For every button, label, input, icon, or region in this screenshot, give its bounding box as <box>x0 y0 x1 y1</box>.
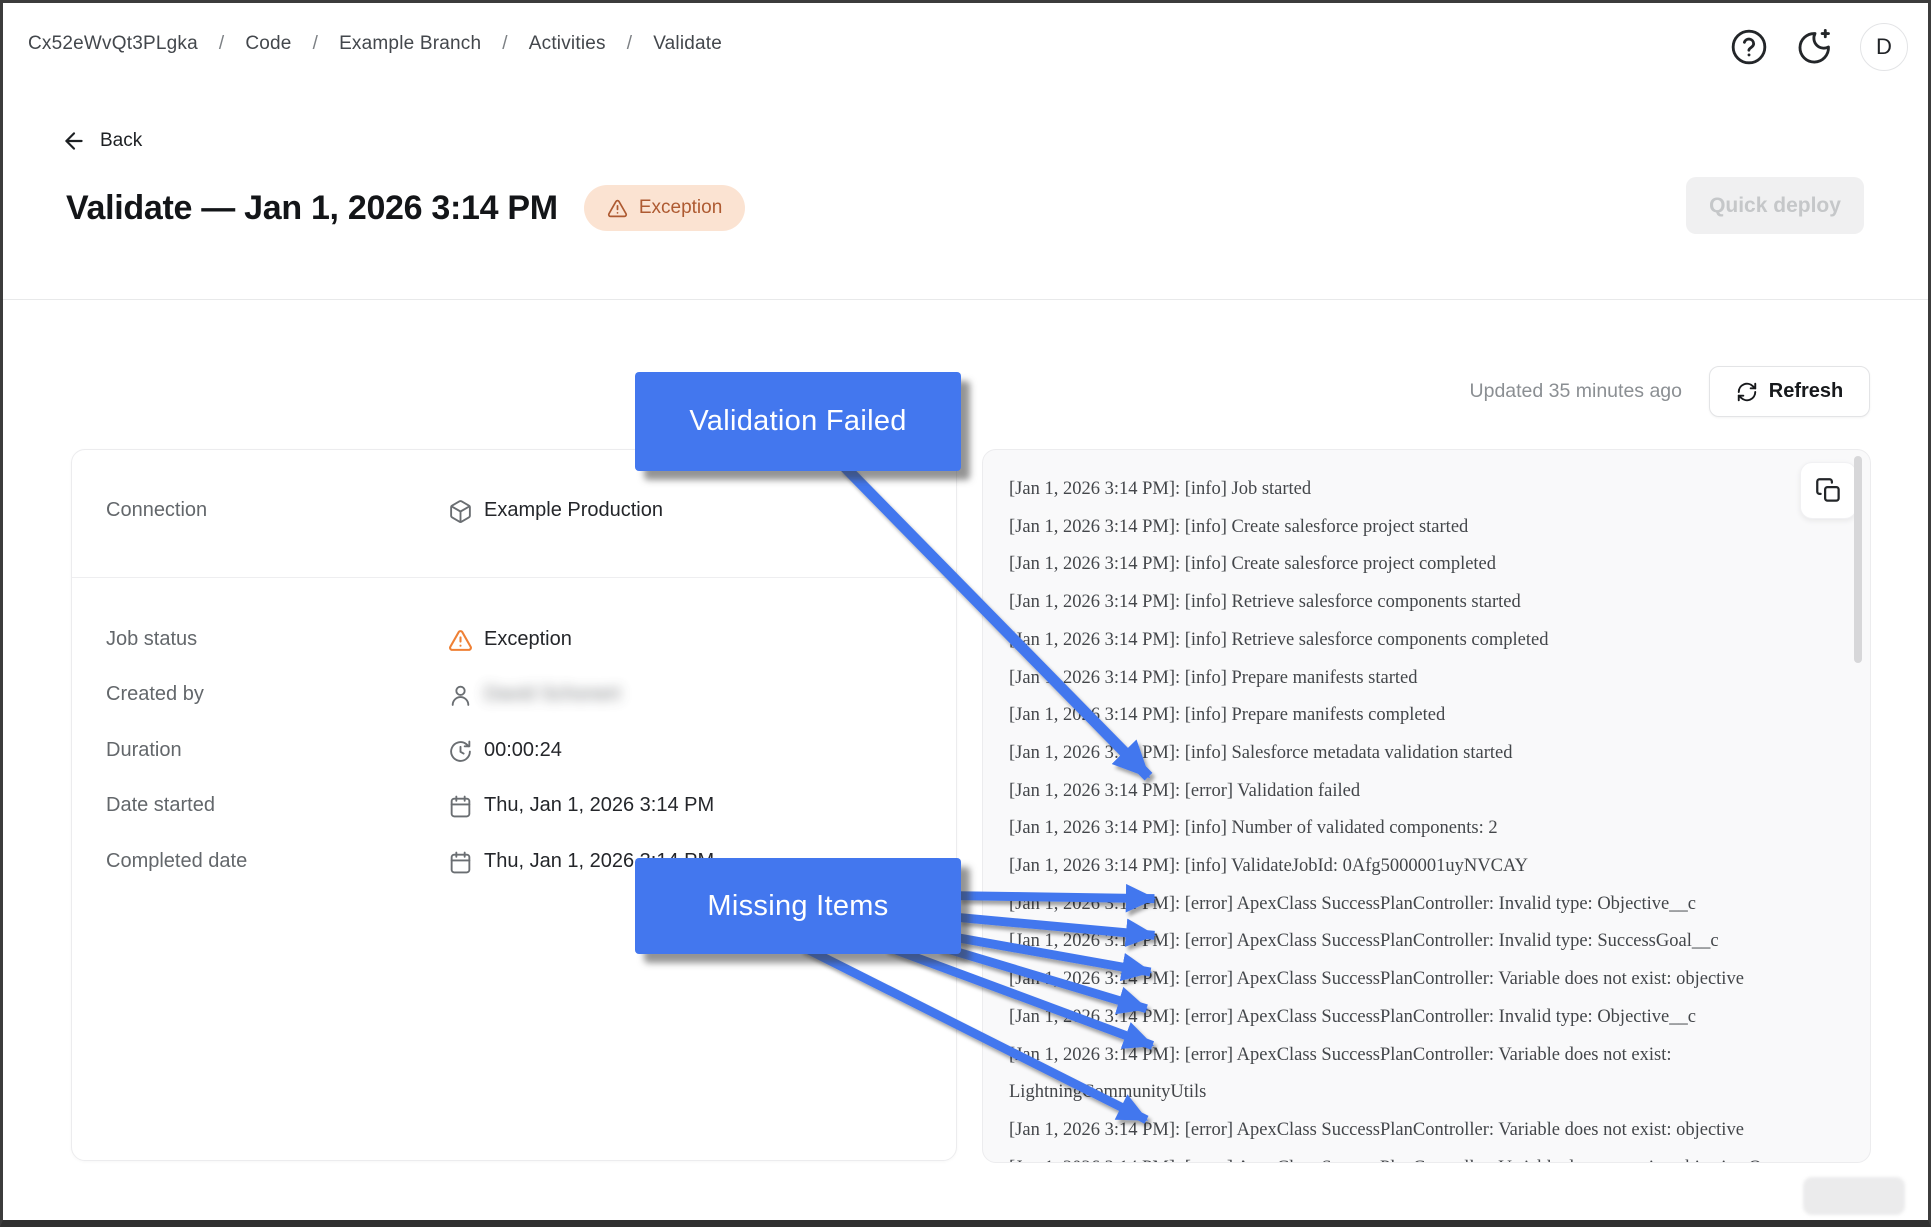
page-title: Validate — Jan 1, 2026 3:14 PM <box>66 189 558 228</box>
arrow-left-icon <box>61 128 87 154</box>
header-divider <box>3 299 1928 300</box>
title-row: Validate — Jan 1, 2026 3:14 PM Exception <box>66 185 745 231</box>
moon-plus-icon <box>1796 28 1834 66</box>
log-line: [Jan 1, 2026 3:14 PM]: [info] ValidateJo… <box>1009 848 1790 886</box>
log-line: [Jan 1, 2026 3:14 PM]: [info] Retrieve s… <box>1009 584 1790 622</box>
breadcrumb-separator: / <box>627 33 632 55</box>
job-status-value: Exception <box>484 628 572 651</box>
date-started-label: Date started <box>106 794 215 817</box>
log-line: [Jan 1, 2026 3:14 PM]: [info] Job starte… <box>1009 471 1790 509</box>
status-badge: Exception <box>584 185 745 231</box>
log-line: [Jan 1, 2026 3:14 PM]: [info] Create sal… <box>1009 546 1790 584</box>
breadcrumb-item-code[interactable]: Code <box>245 33 291 55</box>
chat-widget-blob <box>1803 1177 1905 1215</box>
timer-icon <box>448 739 473 764</box>
breadcrumb-separator: / <box>313 33 318 55</box>
breadcrumb-item-validate[interactable]: Validate <box>653 33 722 55</box>
breadcrumb-separator: / <box>219 33 224 55</box>
log-line: [Jan 1, 2026 3:14 PM]: [info] Salesforce… <box>1009 735 1790 773</box>
warning-triangle-icon <box>607 198 628 219</box>
help-circle-icon <box>1730 28 1768 66</box>
date-started-value: Thu, Jan 1, 2026 3:14 PM <box>484 794 714 817</box>
card-divider <box>72 577 956 578</box>
log-output: [Jan 1, 2026 3:14 PM]: [info] Job starte… <box>1009 471 1790 1163</box>
calendar-icon <box>448 850 473 875</box>
log-line: [Jan 1, 2026 3:14 PM]: [error] ApexClass… <box>1009 1037 1790 1112</box>
log-line: [Jan 1, 2026 3:14 PM]: [info] Retrieve s… <box>1009 622 1790 660</box>
job-status-row: Job status Exception <box>72 628 956 654</box>
log-line: [Jan 1, 2026 3:14 PM]: [info] Prepare ma… <box>1009 660 1790 698</box>
log-line: [Jan 1, 2026 3:14 PM]: [error] ApexClass… <box>1009 999 1790 1037</box>
warning-triangle-icon <box>448 628 473 653</box>
log-scrollbar-thumb[interactable] <box>1854 456 1862 663</box>
user-avatar[interactable]: D <box>1860 23 1908 71</box>
breadcrumb-item-branch[interactable]: Example Branch <box>339 33 481 55</box>
log-line: [Jan 1, 2026 3:14 PM]: [error] Validatio… <box>1009 773 1790 811</box>
dark-mode-toggle[interactable] <box>1794 26 1836 68</box>
job-status-label: Job status <box>106 628 197 651</box>
calendar-icon <box>448 794 473 819</box>
log-line: [Jan 1, 2026 3:14 PM]: [error] ApexClass… <box>1009 923 1790 961</box>
log-line: [Jan 1, 2026 3:14 PM]: [error] ApexClass… <box>1009 1150 1790 1163</box>
copy-icon <box>1815 477 1842 504</box>
date-started-row: Date started Thu, Jan 1, 2026 3:14 PM <box>72 794 956 820</box>
updated-timestamp: Updated 35 minutes ago <box>1470 380 1682 403</box>
refresh-icon <box>1736 381 1758 403</box>
package-icon <box>448 499 473 524</box>
log-line: [Jan 1, 2026 3:14 PM]: [info] Number of … <box>1009 810 1790 848</box>
connection-row: Connection Example Production <box>72 499 956 525</box>
job-log-panel: [Jan 1, 2026 3:14 PM]: [info] Job starte… <box>982 449 1871 1163</box>
log-line: [Jan 1, 2026 3:14 PM]: [error] ApexClass… <box>1009 886 1790 924</box>
created-by-row: Created by David Schonert <box>72 683 956 709</box>
duration-row: Duration 00:00:24 <box>72 739 956 765</box>
duration-value: 00:00:24 <box>484 739 562 762</box>
connection-value: Example Production <box>484 499 663 522</box>
breadcrumb-separator: / <box>502 33 507 55</box>
help-button[interactable] <box>1728 26 1770 68</box>
breadcrumb-item-repo[interactable]: Cx52eWvQt3PLgka <box>28 33 198 55</box>
duration-label: Duration <box>106 739 182 762</box>
log-line: [Jan 1, 2026 3:14 PM]: [info] Create sal… <box>1009 509 1790 547</box>
completed-date-label: Completed date <box>106 850 247 873</box>
quick-deploy-button[interactable]: Quick deploy <box>1686 177 1864 234</box>
breadcrumb-item-activities[interactable]: Activities <box>529 33 606 55</box>
user-icon <box>448 683 473 708</box>
breadcrumb: Cx52eWvQt3PLgka / Code / Example Branch … <box>28 33 722 55</box>
log-line: [Jan 1, 2026 3:14 PM]: [error] ApexClass… <box>1009 961 1790 999</box>
back-button[interactable]: Back <box>61 128 142 154</box>
connection-label: Connection <box>106 499 207 522</box>
topbar-actions: D <box>1728 23 1908 71</box>
completed-date-value: Thu, Jan 1, 2026 3:14 PM <box>484 850 714 873</box>
log-line: [Jan 1, 2026 3:14 PM]: [info] Prepare ma… <box>1009 697 1790 735</box>
log-line: [Jan 1, 2026 3:14 PM]: [error] ApexClass… <box>1009 1112 1790 1150</box>
job-details-card: Connection Example Production Job status… <box>71 449 957 1161</box>
completed-date-row: Completed date Thu, Jan 1, 2026 3:14 PM <box>72 850 956 876</box>
created-by-value: David Schonert <box>484 683 621 706</box>
back-label: Back <box>100 130 142 152</box>
refresh-label: Refresh <box>1769 380 1843 403</box>
created-by-label: Created by <box>106 683 204 706</box>
copy-log-button[interactable] <box>1800 462 1857 519</box>
avatar-initial: D <box>1876 34 1892 60</box>
refresh-button[interactable]: Refresh <box>1709 366 1870 417</box>
status-badge-label: Exception <box>639 197 722 219</box>
app-window: Cx52eWvQt3PLgka / Code / Example Branch … <box>0 0 1931 1227</box>
